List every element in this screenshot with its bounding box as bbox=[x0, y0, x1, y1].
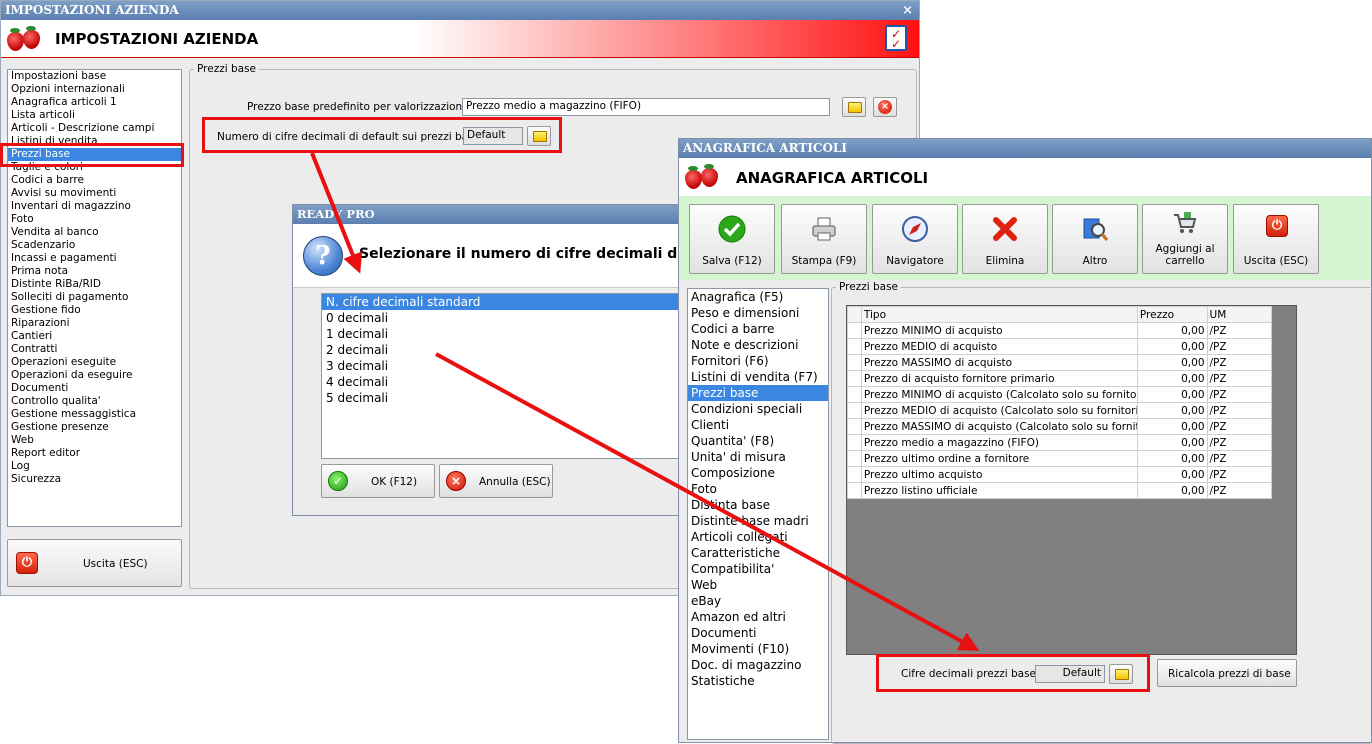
annotation-arrows bbox=[310, 152, 980, 651]
arrow-to-dialog bbox=[310, 152, 363, 274]
arrow-to-decimals-field bbox=[435, 352, 980, 651]
